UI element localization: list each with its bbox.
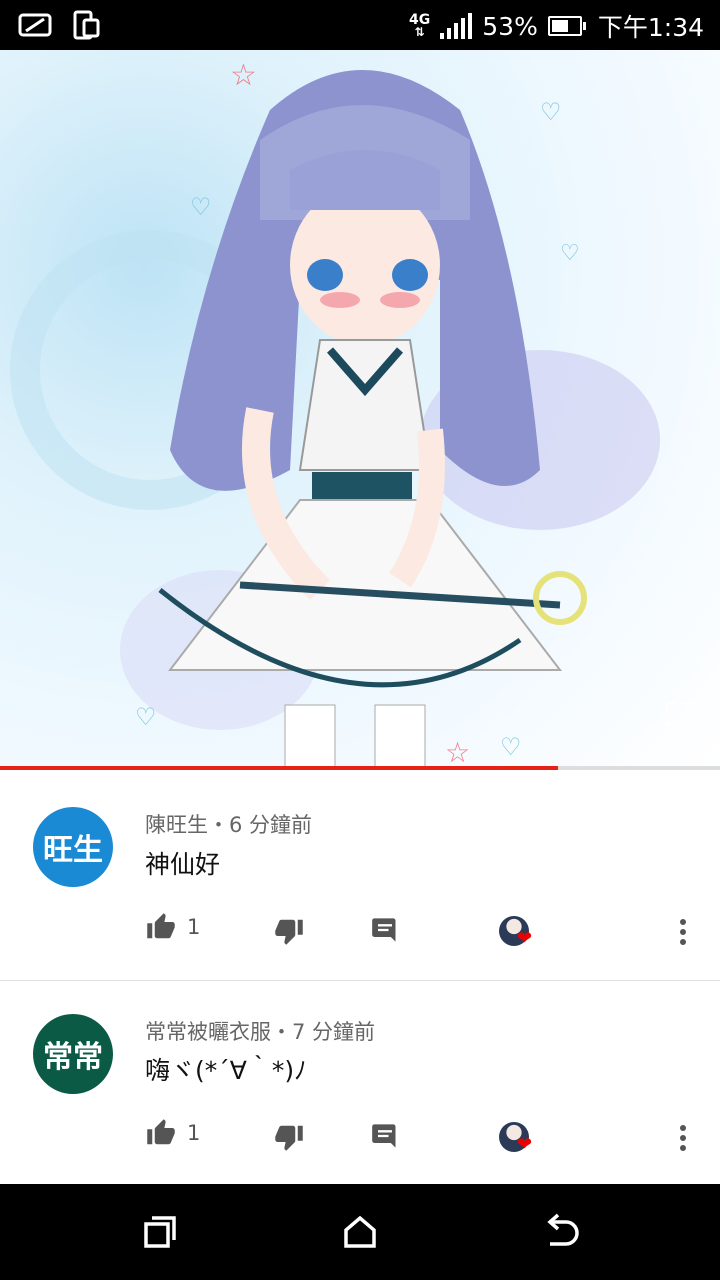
home-icon[interactable] (340, 1212, 380, 1252)
like-button[interactable]: 1 (145, 912, 200, 942)
comment-meta: 陳旺生・6 分鐘前 (145, 813, 313, 837)
clock: 下午1:34 (597, 13, 704, 42)
avatar[interactable]: 常常 (33, 1014, 113, 1094)
thumbs-up-icon (147, 1119, 175, 1145)
comment-actions: 1 ❤ (145, 912, 700, 952)
comment-icon (372, 1124, 396, 1148)
heart-icon: ❤ (517, 1134, 533, 1155)
comment-item: 常常 常常被曬衣服・7 分鐘前 嗨ヾ(*´∀｀*)ﾉ 1 ❤ (0, 981, 720, 1184)
thumbs-down-icon (275, 919, 303, 945)
comment-item: 旺生 陳旺生・6 分鐘前 神仙好 1 ❤ (0, 772, 720, 981)
back-icon[interactable] (540, 1212, 580, 1252)
anime-girl-illustration: ☆ ☆ ♡ ♡ ♡ ♡ ♡ (135, 58, 587, 768)
svg-text:♡: ♡ (560, 241, 580, 266)
svg-text:☆: ☆ (230, 58, 257, 93)
svg-text:♡: ♡ (190, 193, 212, 221)
dislike-button[interactable] (273, 1122, 305, 1152)
video-progress-fill (0, 766, 558, 770)
recent-apps-icon[interactable] (140, 1212, 180, 1252)
svg-text:♡: ♡ (500, 733, 522, 761)
like-count: 1 (187, 1121, 201, 1145)
reply-button[interactable] (371, 916, 399, 944)
thumbs-up-icon (147, 913, 175, 939)
heart-icon: ❤ (517, 928, 533, 949)
thumbs-down-icon (275, 1125, 303, 1151)
status-bar: 4G ⇅ 53% 下午1:34 (0, 0, 720, 50)
fullscreen-icon[interactable] (666, 702, 690, 726)
avatar[interactable]: 旺生 (33, 807, 113, 887)
more-options-icon[interactable] (678, 918, 688, 946)
battery-icon (547, 16, 586, 36)
notification-app-icon (18, 13, 52, 37)
svg-text:☆: ☆ (445, 736, 470, 768)
video-progress-bar[interactable] (0, 766, 720, 770)
svg-text:♡: ♡ (540, 98, 562, 126)
comment-icon (372, 918, 396, 942)
svg-text:♡: ♡ (135, 703, 157, 731)
system-navigation-bar (0, 1184, 720, 1280)
creator-heart: ❤ (499, 916, 539, 952)
reply-button[interactable] (371, 1122, 399, 1150)
more-options-icon[interactable] (678, 1124, 688, 1152)
like-count: 1 (187, 915, 201, 939)
like-button[interactable]: 1 (145, 1118, 200, 1148)
comment-actions: 1 ❤ (145, 1118, 700, 1158)
network-type: 4G ⇅ (409, 12, 431, 39)
comment-meta: 常常被曬衣服・7 分鐘前 (145, 1020, 376, 1044)
battery-percent: 53% (482, 11, 538, 41)
video-player[interactable]: ☆ ☆ ♡ ♡ ♡ ♡ ♡ (0, 50, 720, 768)
signal-icon (440, 13, 473, 39)
dislike-button[interactable] (273, 916, 305, 946)
comment-text: 嗨ヾ(*´∀｀*)ﾉ (145, 1056, 307, 1085)
creator-heart: ❤ (499, 1122, 539, 1158)
comment-text: 神仙好 (145, 850, 221, 879)
screen-rotate-icon (73, 10, 100, 40)
